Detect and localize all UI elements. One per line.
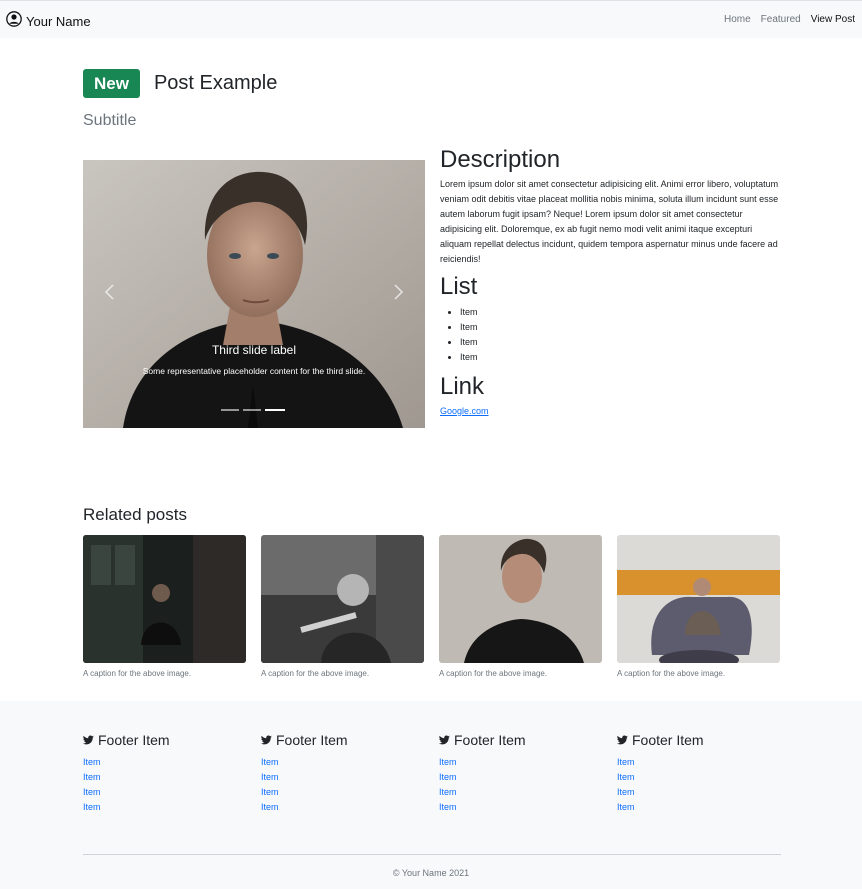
- footer-column: Footer Item Item Item Item Item: [439, 732, 617, 815]
- caption-title: Third slide label: [211, 343, 297, 357]
- twitter-icon: [83, 735, 94, 745]
- nav-view-post-link[interactable]: View Post: [811, 14, 855, 25]
- description-heading: Description: [440, 146, 561, 173]
- item-list: Item Item Item Item: [440, 305, 780, 365]
- carousel-indicators: [221, 409, 285, 411]
- carousel-indicator-2[interactable]: [243, 409, 261, 411]
- post-subtitle: Subtitle: [83, 112, 137, 129]
- footer-divider: [83, 854, 781, 855]
- footer-column: Footer Item Item Item Item Item: [261, 732, 439, 815]
- list-item: Item: [460, 305, 780, 320]
- list-item: Item: [460, 335, 780, 350]
- footer-link[interactable]: Item: [83, 787, 101, 797]
- related-posts: A caption for the above image. A caption…: [83, 535, 780, 678]
- footer-column: Footer Item Item Item Item Item: [617, 732, 795, 815]
- footer-link[interactable]: Item: [439, 802, 457, 812]
- related-image: [83, 535, 246, 663]
- post-title: Post Example: [153, 72, 278, 94]
- new-badge: New: [83, 69, 140, 98]
- footer: Footer Item Item Item Item Item Footer I…: [0, 701, 862, 889]
- footer-link[interactable]: Item: [261, 757, 279, 767]
- related-caption: A caption for the above image.: [261, 669, 370, 678]
- related-card[interactable]: A caption for the above image.: [617, 535, 780, 678]
- portrait-photo: [83, 160, 425, 428]
- footer-link[interactable]: Item: [439, 757, 457, 767]
- user-circle-icon: [6, 11, 22, 32]
- carousel-indicator-3[interactable]: [265, 409, 285, 411]
- twitter-icon: [439, 735, 450, 745]
- brand-name: Your Name: [26, 14, 91, 29]
- carousel-next-button[interactable]: [384, 280, 414, 310]
- footer-heading: Footer Item: [632, 732, 704, 748]
- footer-link[interactable]: Item: [439, 772, 457, 782]
- carousel-caption: Third slide label Some representative pl…: [123, 343, 385, 378]
- related-card[interactable]: A caption for the above image.: [439, 535, 602, 678]
- footer-link[interactable]: Item: [261, 772, 279, 782]
- footer-link[interactable]: Item: [617, 802, 635, 812]
- navbar: Your Name Home Featured View Post: [0, 0, 862, 38]
- footer-heading: Footer Item: [98, 732, 170, 748]
- footer-columns: Footer Item Item Item Item Item Footer I…: [83, 732, 795, 815]
- copyright: © Your Name 2021: [392, 868, 470, 878]
- list-item: Item: [460, 350, 780, 365]
- list-item: Item: [460, 320, 780, 335]
- carousel-indicator-1[interactable]: [221, 409, 239, 411]
- footer-link[interactable]: Item: [83, 757, 101, 767]
- footer-link[interactable]: Item: [83, 802, 101, 812]
- google-link[interactable]: Google.com: [440, 406, 489, 416]
- footer-link[interactable]: Item: [261, 787, 279, 797]
- image-carousel: Third slide label Some representative pl…: [83, 160, 425, 428]
- twitter-icon: [261, 735, 272, 745]
- link-heading: Link: [440, 373, 485, 400]
- footer-link[interactable]: Item: [617, 787, 635, 797]
- related-posts-heading: Related posts: [83, 505, 187, 524]
- description-column: Description Lorem ipsum dolor sit amet c…: [440, 146, 780, 419]
- related-caption: A caption for the above image.: [83, 669, 192, 678]
- brand-link[interactable]: Your Name: [6, 11, 91, 32]
- footer-link[interactable]: Item: [439, 787, 457, 797]
- related-card[interactable]: A caption for the above image.: [261, 535, 424, 678]
- caption-text: Some representative placeholder content …: [142, 366, 366, 376]
- chevron-right-icon: [394, 284, 404, 300]
- footer-link[interactable]: Item: [617, 772, 635, 782]
- footer-link[interactable]: Item: [617, 757, 635, 767]
- related-image: [439, 535, 602, 663]
- nav-links: Home Featured View Post: [724, 14, 855, 25]
- description-text: Lorem ipsum dolor sit amet consectetur a…: [440, 179, 779, 264]
- footer-link[interactable]: Item: [261, 802, 279, 812]
- related-caption: A caption for the above image.: [439, 669, 548, 678]
- footer-link[interactable]: Item: [83, 772, 101, 782]
- nav-home-link[interactable]: Home: [724, 14, 751, 25]
- related-image: [261, 535, 424, 663]
- post-header: New Post Example: [83, 69, 277, 98]
- carousel-prev-button[interactable]: [94, 280, 124, 310]
- related-caption: A caption for the above image.: [617, 669, 726, 678]
- nav-featured-link[interactable]: Featured: [761, 14, 801, 25]
- list-heading: List: [440, 273, 478, 300]
- related-card[interactable]: A caption for the above image.: [83, 535, 246, 678]
- twitter-icon: [617, 735, 628, 745]
- footer-heading: Footer Item: [276, 732, 348, 748]
- chevron-left-icon: [104, 284, 114, 300]
- related-image: [617, 535, 780, 663]
- footer-heading: Footer Item: [454, 732, 526, 748]
- footer-column: Footer Item Item Item Item Item: [83, 732, 261, 815]
